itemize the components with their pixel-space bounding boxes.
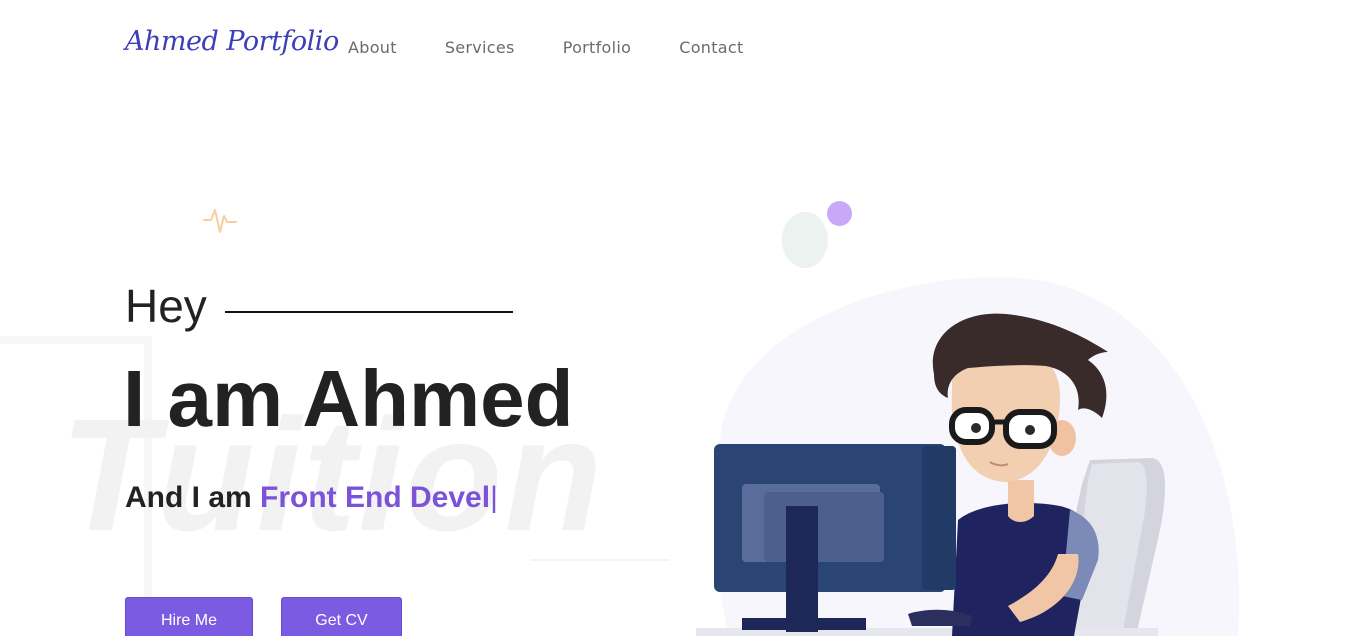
pulse-icon bbox=[203, 209, 237, 233]
role-typed-text: Front End Devel bbox=[260, 481, 491, 514]
greeting-text: Hey bbox=[125, 280, 207, 332]
get-cv-button[interactable]: Get CV bbox=[281, 597, 402, 636]
nav-link-portfolio[interactable]: Portfolio bbox=[563, 38, 632, 57]
site-logo[interactable]: Ahmed Portfolio bbox=[125, 26, 339, 57]
developer-illustration bbox=[696, 277, 1240, 636]
greeting-underline bbox=[224, 311, 513, 313]
role-line: And I am Front End Devel| bbox=[125, 478, 498, 518]
hero-title: I am Ahmed bbox=[123, 354, 574, 443]
role-lead: And I am bbox=[125, 481, 252, 514]
page: Ahmed Portfolio About Services Portfolio… bbox=[0, 0, 1366, 636]
background-line bbox=[530, 559, 670, 561]
nav-links: About Services Portfolio Contact bbox=[348, 38, 792, 57]
decor-oval bbox=[782, 212, 828, 268]
greeting-row: Hey bbox=[125, 278, 513, 334]
decor-dot bbox=[827, 201, 852, 226]
top-nav: Ahmed Portfolio About Services Portfolio… bbox=[0, 0, 1366, 96]
typing-caret: | bbox=[490, 481, 498, 514]
nav-link-contact[interactable]: Contact bbox=[679, 38, 743, 57]
hire-me-button[interactable]: Hire Me bbox=[125, 597, 253, 636]
nav-link-services[interactable]: Services bbox=[445, 38, 515, 57]
nav-link-about[interactable]: About bbox=[348, 38, 397, 57]
